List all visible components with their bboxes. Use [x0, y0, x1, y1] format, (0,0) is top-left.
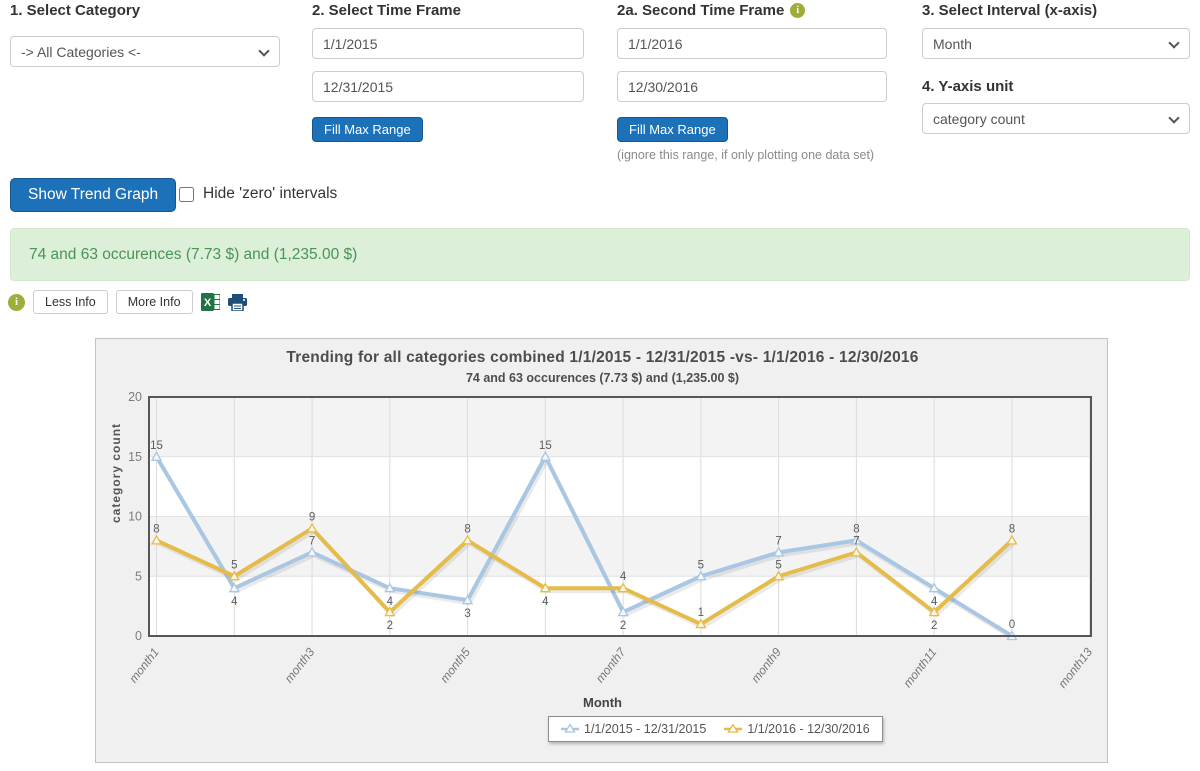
fill-max-range-button-1[interactable]: Fill Max Range [312, 117, 423, 142]
timeframe2-label: 2a. Second Time Frame [617, 2, 784, 19]
print-icon[interactable] [228, 294, 247, 311]
x-tick-label: month5 [437, 645, 473, 685]
ignore-range-note: (ignore this range, if only plotting one… [617, 148, 917, 162]
point-value-label: 15 [539, 440, 552, 452]
fill-max-range-button-2[interactable]: Fill Max Range [617, 117, 728, 142]
timeframe2-end-input[interactable] [617, 71, 887, 102]
category-select[interactable]: -> All Categories <- [10, 36, 280, 67]
summary-text: 74 and 63 occurences (7.73 $) and (1,235… [29, 246, 357, 264]
x-tick-label: month3 [282, 645, 318, 685]
point-value-label: 7 [853, 535, 859, 547]
plot-band [149, 397, 1091, 457]
legend-label: 1/1/2016 - 12/30/2016 [747, 722, 869, 736]
summary-alert: 74 and 63 occurences (7.73 $) and (1,235… [10, 228, 1190, 281]
yunit-select[interactable]: category count [922, 103, 1190, 134]
y-tick-label: 15 [128, 450, 142, 464]
timeframe1-end-input[interactable] [312, 71, 584, 102]
point-value-label: 5 [698, 559, 704, 571]
hide-zero-checkbox[interactable] [179, 187, 194, 202]
legend-marker-icon [724, 724, 742, 734]
yunit-label: 4. Y-axis unit [922, 78, 1013, 95]
category-label: 1. Select Category [10, 2, 280, 19]
point-value-label: 2 [931, 620, 937, 632]
svg-text:X: X [203, 297, 211, 309]
x-tick-label: month1 [126, 645, 162, 685]
timeframe1-start-input[interactable] [312, 28, 584, 59]
point-value-label: 8 [464, 523, 470, 535]
point-value-label: 4 [231, 596, 238, 608]
interval-label: 3. Select Interval (x-axis) [922, 2, 1190, 19]
point-value-label: 4 [931, 596, 938, 608]
x-tick-label: month13 [1055, 645, 1095, 691]
point-value-label: 2 [620, 620, 626, 632]
point-value-label: 5 [231, 559, 237, 571]
point-value-label: 15 [150, 440, 163, 452]
point-value-label: 8 [153, 523, 159, 535]
legend-item-2016: 1/1/2016 - 12/30/2016 [724, 722, 869, 736]
legend-label: 1/1/2015 - 12/31/2015 [584, 722, 706, 736]
y-tick-label: 20 [128, 390, 142, 404]
x-tick-label: month9 [748, 645, 784, 685]
point-value-label: 4 [542, 596, 549, 608]
less-info-button[interactable]: Less Info [33, 290, 108, 314]
point-value-label: 7 [775, 535, 781, 547]
info-icon[interactable]: i [790, 3, 805, 18]
point-value-label: 4 [387, 596, 394, 608]
y-tick-label: 0 [135, 629, 142, 643]
y-tick-label: 10 [128, 510, 142, 524]
show-trend-graph-button[interactable]: Show Trend Graph [10, 178, 176, 212]
x-axis-label: Month [96, 695, 1109, 710]
info-icon[interactable]: i [8, 294, 25, 311]
point-value-label: 7 [309, 535, 315, 547]
point-value-label: 5 [775, 559, 781, 571]
point-value-label: 0 [1009, 619, 1015, 631]
excel-export-icon[interactable]: X [201, 293, 220, 311]
point-value-label: 9 [309, 511, 315, 523]
y-tick-label: 5 [135, 569, 142, 583]
point-value-label: 4 [620, 571, 627, 583]
x-tick-label: month7 [593, 644, 629, 685]
point-value-label: 8 [1009, 523, 1015, 535]
legend-marker-icon [561, 724, 579, 734]
timeframe2-start-input[interactable] [617, 28, 887, 59]
point-value-label: 1 [698, 607, 704, 619]
interval-select[interactable]: Month [922, 28, 1190, 59]
chart-legend: 1/1/2015 - 12/31/2015 1/1/2016 - 12/30/2… [548, 716, 883, 742]
point-value-label: 2 [387, 620, 393, 632]
point-value-label: 8 [853, 523, 859, 535]
y-axis-label: category count [109, 489, 123, 523]
timeframe1-label: 2. Select Time Frame [312, 2, 584, 19]
hide-zero-label: Hide 'zero' intervals [203, 185, 337, 203]
more-info-button[interactable]: More Info [116, 290, 193, 314]
trend-chart-panel: Trending for all categories combined 1/1… [95, 338, 1108, 763]
legend-item-2015: 1/1/2015 - 12/31/2015 [561, 722, 706, 736]
x-tick-label: month11 [900, 645, 939, 690]
point-value-label: 3 [464, 608, 470, 620]
